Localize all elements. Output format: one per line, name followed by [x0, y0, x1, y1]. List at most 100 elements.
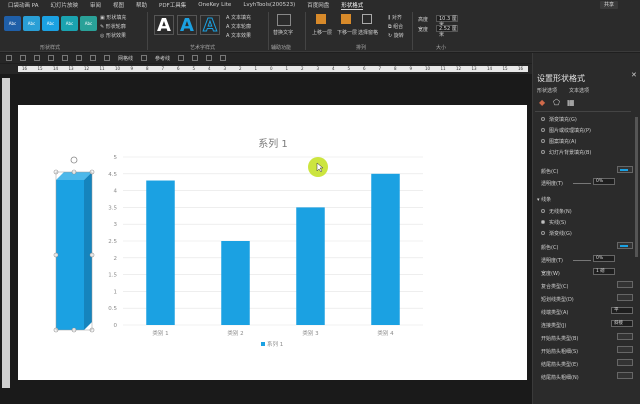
bar[interactable]: [296, 207, 325, 325]
align-center-icon[interactable]: [62, 55, 68, 61]
ruler-number: 15: [37, 66, 43, 71]
slide[interactable]: 系列 1 0 0.5 1 1.5 2 2.5 3 3.5 4 4.5 5 类别 1 类别 2 类别 3 类别 …: [18, 105, 527, 380]
ribbon-tab[interactable]: LvyhTools(200523): [243, 2, 295, 8]
shape-outline-button[interactable]: ✎ 形状轮廓: [100, 23, 126, 30]
bar[interactable]: [221, 241, 250, 325]
wordart-style-outline[interactable]: A: [200, 14, 220, 36]
share-button[interactable]: 共享: [599, 1, 618, 9]
bar[interactable]: [371, 173, 400, 325]
ruler-number: 4: [332, 66, 335, 71]
shape-fill-button[interactable]: ▣ 形状填充: [100, 14, 126, 21]
end-arrow-type-button[interactable]: [617, 359, 633, 366]
tab-shape-options[interactable]: 形状选项: [537, 87, 557, 94]
fill-option-radio[interactable]: [541, 139, 545, 143]
fill-transparency-input[interactable]: 0%: [593, 178, 615, 185]
undo-icon[interactable]: [6, 55, 12, 61]
text-fill-button[interactable]: A 文本填充: [226, 14, 251, 21]
y-tick-label: 3: [114, 222, 118, 228]
textbox-icon[interactable]: [192, 55, 199, 61]
shape-icon[interactable]: [178, 55, 185, 61]
ribbon-tab[interactable]: 百度网盘: [307, 1, 329, 9]
grid-icon[interactable]: [104, 55, 110, 61]
close-icon[interactable]: ✕: [631, 71, 637, 79]
format-painter-icon[interactable]: [34, 55, 40, 61]
shape-effect-button[interactable]: ◎ 形状效果: [100, 32, 126, 39]
fill-option-radio[interactable]: [541, 128, 545, 132]
bar-chart[interactable]: 系列 1 0 0.5 1 1.5 2 2.5 3 3.5 4 4.5 5 类别 1 类别 2 类别 3 类别 …: [18, 105, 527, 380]
size-properties-icon[interactable]: ▦: [567, 98, 575, 107]
pen-tool-icon[interactable]: [220, 55, 227, 61]
line-option-label: 实线(S): [549, 220, 567, 226]
rotate-button[interactable]: ↻ 旋转: [388, 32, 404, 39]
fill-line-icon[interactable]: ◆: [539, 98, 545, 107]
fill-transparency-slider[interactable]: [573, 183, 591, 184]
group-button[interactable]: ⧉ 组合: [388, 23, 403, 30]
shape-style-swatch[interactable]: Abc: [80, 16, 97, 31]
shape-3d-side[interactable]: [84, 172, 92, 330]
distribute-icon[interactable]: [90, 55, 96, 61]
rotate-handle-icon[interactable]: [70, 156, 78, 164]
text-outline-button[interactable]: A 文本轮廓: [226, 23, 251, 30]
width-input[interactable]: 2.52 厘米: [436, 25, 458, 38]
send-backward-button[interactable]: 下移一层: [337, 29, 357, 36]
text-effect-button[interactable]: A 文本效果: [226, 32, 251, 39]
begin-arrow-size-button[interactable]: [617, 346, 633, 353]
line-color-button[interactable]: [617, 242, 633, 249]
wordart-style-blue[interactable]: A: [177, 15, 197, 36]
join-type-select[interactable]: 斜接: [611, 320, 633, 327]
ruler-number: 2: [301, 66, 304, 71]
fill-option-radio[interactable]: [541, 150, 545, 154]
redo-icon[interactable]: [20, 55, 26, 61]
line-option-radio[interactable]: [541, 209, 545, 213]
height-input[interactable]: 10.3 厘米: [436, 15, 458, 28]
pane-scrollbar[interactable]: [635, 117, 638, 257]
picture-icon[interactable]: [206, 55, 213, 61]
line-transparency-input[interactable]: 0%: [593, 255, 615, 262]
ruler-number: 14: [487, 66, 493, 71]
compound-type-button[interactable]: [617, 281, 633, 288]
fill-color-button[interactable]: [617, 166, 633, 173]
begin-arrow-type-button[interactable]: [617, 333, 633, 340]
align-left-icon[interactable]: [48, 55, 54, 61]
legend-swatch: [261, 342, 265, 346]
shape-style-swatch[interactable]: Abc: [42, 16, 59, 31]
shape-style-swatch[interactable]: Abc: [23, 16, 40, 31]
shape-3d-front[interactable]: [56, 180, 84, 330]
fill-option-radio[interactable]: [541, 117, 545, 121]
selection-pane-button[interactable]: 选择窗格: [358, 29, 378, 36]
ribbon-tab[interactable]: 审阅: [90, 1, 101, 9]
ribbon-tab[interactable]: 视图: [113, 1, 124, 9]
line-width-input[interactable]: 1 磅: [593, 268, 615, 275]
align-right-icon[interactable]: [76, 55, 82, 61]
wordart-style-white[interactable]: A: [154, 15, 174, 36]
dash-type-button[interactable]: [617, 294, 633, 301]
guides-icon[interactable]: [141, 55, 148, 61]
line-section-expander[interactable]: ▾ 线条: [537, 196, 551, 203]
gridlines-toggle[interactable]: 网格线: [118, 55, 133, 62]
shape-style-swatch[interactable]: Abc: [4, 16, 21, 31]
shape-style-swatch[interactable]: Abc: [61, 16, 78, 31]
cap-type-select[interactable]: 平: [611, 307, 633, 314]
ruler-number: 7: [378, 66, 382, 71]
ribbon-tab[interactable]: 帮助: [136, 1, 147, 9]
align-button[interactable]: ⫼ 对齐: [388, 14, 402, 21]
ribbon-tab[interactable]: OneKey Lite: [198, 2, 231, 8]
ribbon-separator: [305, 12, 306, 50]
bar[interactable]: [146, 180, 175, 325]
guides-toggle[interactable]: 参考线: [155, 55, 170, 62]
bring-forward-button[interactable]: 上移一层: [312, 29, 332, 36]
ribbon-tab[interactable]: 口袋动画 PA: [8, 1, 38, 9]
ruler-number: 9: [130, 66, 134, 71]
line-option-radio[interactable]: [541, 231, 545, 235]
effects-icon[interactable]: ⬠: [553, 98, 560, 107]
ribbon-tab[interactable]: 形状格式: [341, 1, 364, 10]
ribbon-tab[interactable]: 幻灯片放映: [50, 1, 78, 9]
end-arrow-size-button[interactable]: [617, 372, 633, 379]
tab-text-options[interactable]: 文本选项: [569, 87, 589, 94]
ruler-number: 11: [440, 66, 446, 71]
line-transparency-slider[interactable]: [573, 260, 591, 261]
ruler-number: 3: [316, 66, 320, 71]
alt-text-button[interactable]: 替换文字: [273, 29, 293, 36]
ribbon-tab[interactable]: PDF工具集: [159, 1, 186, 9]
line-option-radio[interactable]: [541, 220, 545, 224]
